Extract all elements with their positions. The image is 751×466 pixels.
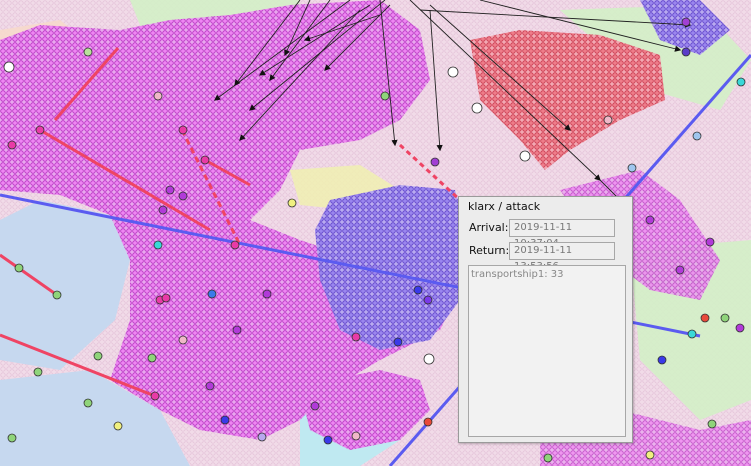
cargo-list[interactable]: transportship1: 33 — [468, 265, 626, 437]
planet-node[interactable] — [200, 155, 210, 165]
planet-node[interactable] — [14, 263, 24, 273]
planet-node[interactable] — [165, 185, 175, 195]
planet-node[interactable] — [471, 102, 483, 114]
planet-node[interactable] — [675, 265, 685, 275]
planet-node[interactable] — [720, 313, 730, 323]
planet-node[interactable] — [83, 398, 93, 408]
planet-node[interactable] — [430, 157, 440, 167]
return-row: Return: 2019-11-11 13:53:56 — [469, 242, 629, 272]
planet-node[interactable] — [681, 47, 691, 57]
planet-node[interactable] — [657, 355, 667, 365]
planet-node[interactable] — [178, 335, 188, 345]
planet-node[interactable] — [447, 66, 459, 78]
planet-node[interactable] — [161, 293, 171, 303]
planet-node[interactable] — [700, 313, 710, 323]
planet-node[interactable] — [423, 353, 435, 365]
planet-node[interactable] — [351, 332, 361, 342]
planet-node[interactable] — [323, 435, 333, 445]
planet-node[interactable] — [262, 289, 272, 299]
planet-node[interactable] — [627, 163, 637, 173]
return-field[interactable]: 2019-11-11 13:53:56 — [509, 242, 615, 272]
planet-node[interactable] — [645, 450, 655, 460]
planet-node[interactable] — [153, 91, 163, 101]
planet-node[interactable] — [519, 150, 531, 162]
planet-node[interactable] — [351, 431, 361, 441]
planet-node[interactable] — [52, 290, 62, 300]
planet-node[interactable] — [257, 432, 267, 442]
planet-node[interactable] — [232, 325, 242, 335]
planet-node[interactable] — [93, 351, 103, 361]
planet-node[interactable] — [147, 353, 157, 363]
planet-node[interactable] — [7, 433, 17, 443]
planet-node[interactable] — [423, 295, 433, 305]
planet-node[interactable] — [681, 17, 691, 27]
popup-title: klarx / attack — [468, 200, 541, 213]
planet-node[interactable] — [543, 453, 553, 463]
fleet-info-popup: klarx / attack Arrival: 2019-11-11 10:37… — [458, 196, 633, 443]
planet-node[interactable] — [220, 415, 230, 425]
planet-node[interactable] — [310, 401, 320, 411]
planet-node[interactable] — [687, 329, 697, 339]
planet-node[interactable] — [35, 125, 45, 135]
planet-node[interactable] — [7, 140, 17, 150]
planet-node[interactable] — [692, 131, 702, 141]
galaxy-map[interactable] — [0, 0, 751, 466]
planet-node[interactable] — [705, 237, 715, 247]
planet-node[interactable] — [153, 240, 163, 250]
planet-node[interactable] — [205, 381, 215, 391]
planet-node[interactable] — [83, 47, 93, 57]
arrival-label: Arrival: — [469, 221, 509, 234]
planet-node[interactable] — [645, 215, 655, 225]
arrival-row: Arrival: 2019-11-11 10:37:04 — [469, 219, 629, 249]
planet-node[interactable] — [158, 205, 168, 215]
arrival-field[interactable]: 2019-11-11 10:37:04 — [509, 219, 615, 249]
planet-node[interactable] — [393, 337, 403, 347]
planet-node[interactable] — [707, 419, 717, 429]
planet-node[interactable] — [150, 391, 160, 401]
planet-node[interactable] — [178, 191, 188, 201]
cargo-item: transportship1: 33 — [471, 269, 564, 280]
planet-node[interactable] — [603, 115, 613, 125]
planet-node[interactable] — [33, 367, 43, 377]
planet-node[interactable] — [178, 125, 188, 135]
planet-node[interactable] — [113, 421, 123, 431]
planet-node[interactable] — [413, 285, 423, 295]
planet-node[interactable] — [287, 198, 297, 208]
planet-node[interactable] — [736, 77, 746, 87]
planet-node[interactable] — [735, 323, 745, 333]
planet-node[interactable] — [423, 417, 433, 427]
planet-node[interactable] — [3, 61, 15, 73]
planet-node[interactable] — [207, 289, 217, 299]
planet-node[interactable] — [230, 240, 240, 250]
return-label: Return: — [469, 244, 510, 257]
planet-node[interactable] — [380, 91, 390, 101]
